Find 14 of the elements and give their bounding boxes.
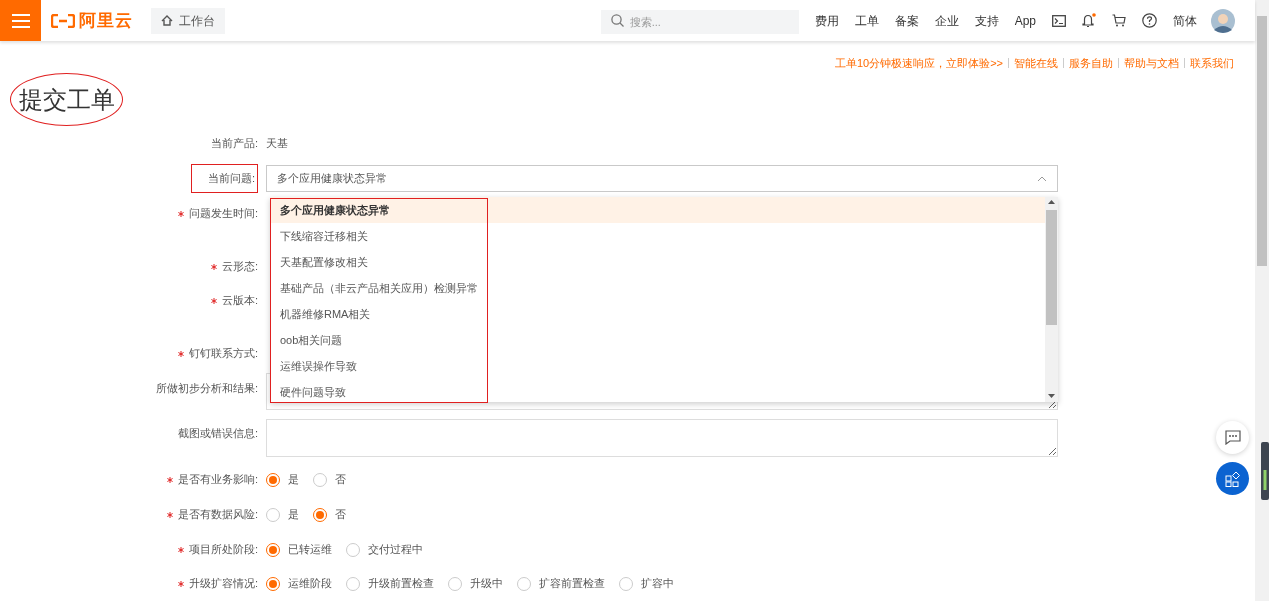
field-label: 钉钉联系方式: (188, 346, 258, 362)
field-label: 问题发生时间: (188, 206, 258, 222)
field-value: 天基 (266, 136, 288, 152)
field-label: 当前产品: (210, 136, 258, 152)
field-label: 升级扩容情况: (188, 576, 258, 592)
field-label: 当前问题: (190, 164, 258, 193)
field-label: 云版本: (221, 293, 258, 309)
field-label: 是否有数据风险: (177, 507, 258, 523)
page-title: 提交工单 (18, 84, 115, 115)
field-label: 所做初步分析和结果: (155, 381, 258, 397)
field-label: 云形态: (221, 259, 258, 275)
field-label: 是否有业务影响: (177, 472, 258, 488)
field-label: 截图或错误信息: (177, 426, 258, 442)
field-label: 项目所处阶段: (188, 542, 258, 558)
